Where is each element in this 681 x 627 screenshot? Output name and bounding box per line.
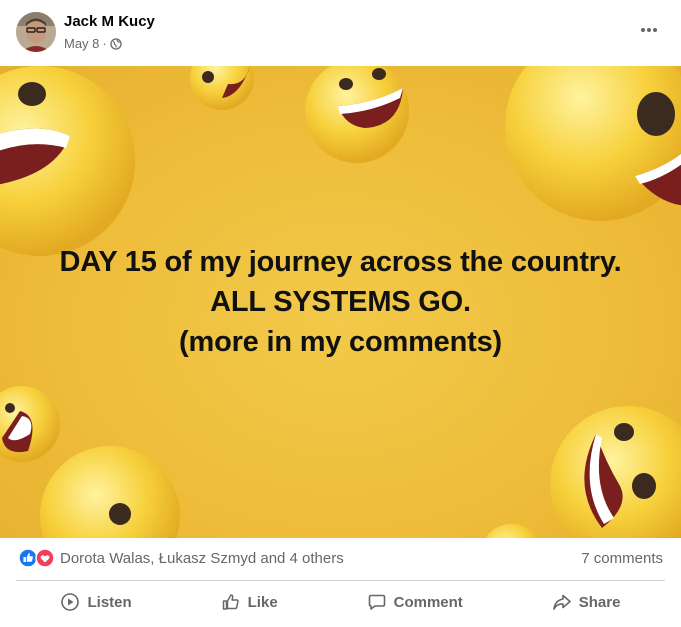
caption-line-1: DAY 15 of my journey across the country. <box>59 246 622 278</box>
reaction-icons <box>18 548 55 568</box>
emoji-top-right <box>505 66 681 221</box>
emoji-bottom-center <box>485 524 539 538</box>
comment-label: Comment <box>393 593 463 611</box>
like-label: Like <box>247 593 278 611</box>
more-options-icon[interactable] <box>637 18 661 42</box>
actions-divider <box>16 580 665 581</box>
post-image-caption: DAY 15 of my journey across the country.… <box>0 242 681 362</box>
post-date[interactable]: May 8 <box>64 36 99 51</box>
listen-label: Listen <box>87 593 132 611</box>
comment-bubble-icon <box>368 594 385 610</box>
comment-button[interactable]: Comment <box>357 586 473 618</box>
reactions-summary[interactable]: Dorota Walas, Łukasz Szmyd and 4 others <box>18 548 344 568</box>
caption-line-2: ALL SYSTEMS GO. <box>210 286 471 318</box>
post-image[interactable]: DAY 15 of my journey across the country.… <box>0 66 681 538</box>
emoji-bottom-right <box>550 406 681 538</box>
share-arrow-icon <box>552 594 571 610</box>
listen-button[interactable]: Listen <box>50 586 141 618</box>
emoji-top-center <box>190 66 254 110</box>
share-button[interactable]: Share <box>542 586 631 618</box>
avatar-photo <box>16 12 56 52</box>
post-actions: Listen Like Comment Share <box>16 584 665 620</box>
caption-line-3: (more in my comments) <box>179 326 502 358</box>
reactions-names[interactable]: Dorota Walas, Łukasz Szmyd and 4 others <box>60 550 344 567</box>
love-reaction-icon <box>35 548 55 568</box>
post-meta: May 8 · <box>64 36 122 51</box>
like-reaction-icon <box>18 548 38 568</box>
share-label: Share <box>578 593 621 611</box>
author-name[interactable]: Jack M Kucy <box>64 13 155 30</box>
like-button[interactable]: Like <box>211 586 288 618</box>
post-card: Jack M Kucy May 8 · DAY 15 of my journey… <box>0 0 681 627</box>
emoji-top-middle <box>305 66 409 163</box>
author-avatar[interactable] <box>16 12 56 52</box>
globe-icon[interactable] <box>110 37 122 50</box>
meta-separator: · <box>102 36 107 51</box>
play-circle-icon <box>61 593 80 611</box>
emoji-bottom-left <box>40 446 180 538</box>
emoji-top-left <box>0 66 135 256</box>
comments-count[interactable]: 7 comments <box>581 550 663 567</box>
thumbs-up-icon <box>222 594 239 610</box>
emoji-left-middle <box>0 386 60 462</box>
